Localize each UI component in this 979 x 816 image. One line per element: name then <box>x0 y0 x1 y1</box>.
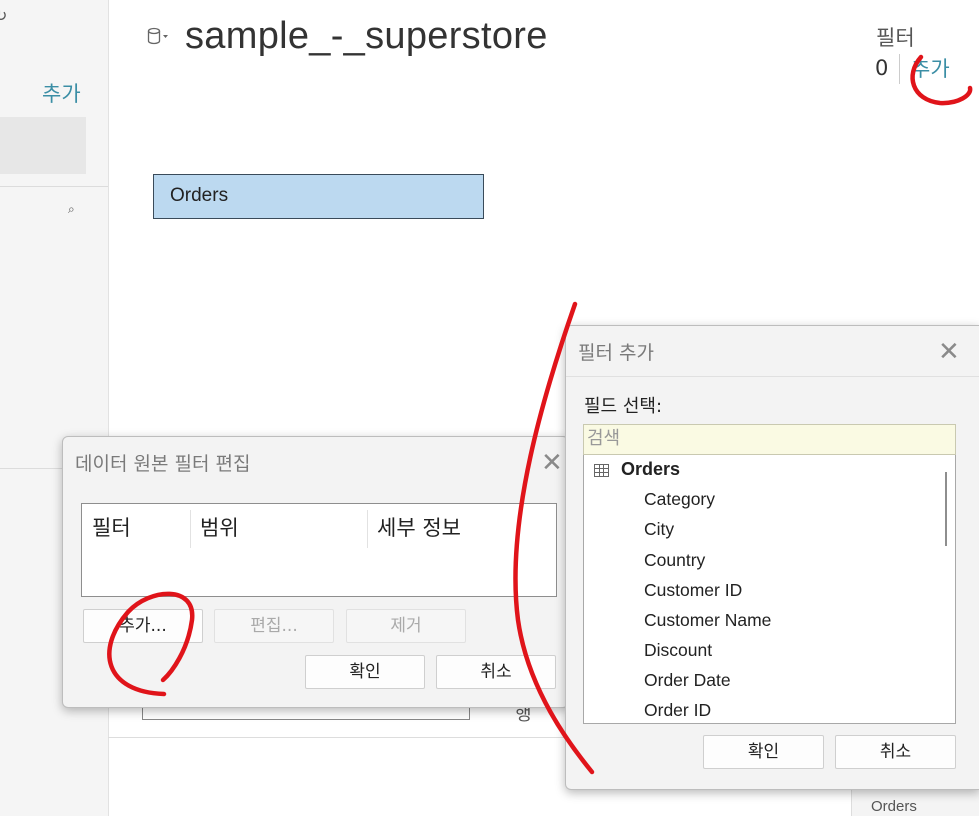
field-list[interactable]: Orders Category City Country Customer ID… <box>583 455 956 724</box>
close-icon[interactable]: ✕ <box>541 450 563 476</box>
ok-button[interactable]: 확인 <box>305 655 425 689</box>
connection-add-link[interactable]: 추가 <box>42 78 81 108</box>
filters-count: 0 <box>875 56 889 80</box>
filters-label: 필터 <box>876 26 915 50</box>
table-icon <box>594 463 609 477</box>
list-item[interactable]: Customer Name <box>644 610 771 631</box>
list-scrollbar[interactable] <box>945 472 947 546</box>
left-divider <box>0 186 108 187</box>
datasource-title[interactable]: sample_-_superstore <box>185 15 548 58</box>
list-item[interactable]: Discount <box>644 640 712 661</box>
add-filter-dialog: 필터 추가 ✕ 필드 선택: 검색 Orders Category City C… <box>565 325 979 790</box>
field-select-label: 필드 선택: <box>584 396 663 417</box>
column-separator <box>367 510 368 548</box>
dialog-header-divider <box>566 376 979 377</box>
connection-item[interactable] <box>0 117 86 174</box>
filters-grid[interactable]: 필터 범위 세부 정보 <box>81 503 557 597</box>
orders-table-tile[interactable]: Orders <box>153 174 484 219</box>
filters-separator <box>899 54 900 84</box>
cancel-button[interactable]: 취소 <box>436 655 556 689</box>
column-header-filter[interactable]: 필터 <box>92 512 131 542</box>
ok-button[interactable]: 확인 <box>703 735 824 769</box>
list-item[interactable]: Country <box>644 550 705 571</box>
edit-filter-button[interactable]: 편집... <box>214 609 334 643</box>
close-icon[interactable]: ✕ <box>938 339 960 365</box>
list-item[interactable]: City <box>644 519 674 540</box>
column-header-details[interactable]: 세부 정보 <box>377 512 461 542</box>
dialog-title: 데이터 원본 필터 편집 <box>75 453 251 475</box>
cancel-button[interactable]: 취소 <box>835 735 956 769</box>
dialog-title: 필터 추가 <box>578 342 654 364</box>
list-item[interactable]: Order Date <box>644 670 731 691</box>
column-separator <box>190 510 191 548</box>
bottom-orders-label: Orders <box>871 798 917 815</box>
list-item[interactable]: Order ID <box>644 700 711 721</box>
field-search-input[interactable]: 검색 <box>583 424 956 455</box>
database-icon[interactable] <box>146 27 170 47</box>
tree-root-orders[interactable]: Orders <box>594 459 680 480</box>
search-icon[interactable]: ⌕ <box>68 202 75 217</box>
tree-root-label: Orders <box>621 459 681 479</box>
edit-datasource-filters-dialog: 데이터 원본 필터 편집 ✕ 필터 범위 세부 정보 추가... 편집... 제… <box>62 436 569 708</box>
column-header-range[interactable]: 범위 <box>200 512 239 542</box>
list-item[interactable]: Customer ID <box>644 580 742 601</box>
list-item[interactable]: Category <box>644 489 715 510</box>
add-filter-button[interactable]: 추가... <box>83 609 203 643</box>
filter-add-link[interactable]: 추가 <box>911 53 950 83</box>
refresh-icon[interactable]: ↻ <box>0 6 7 25</box>
remove-filter-button[interactable]: 제거 <box>346 609 466 643</box>
